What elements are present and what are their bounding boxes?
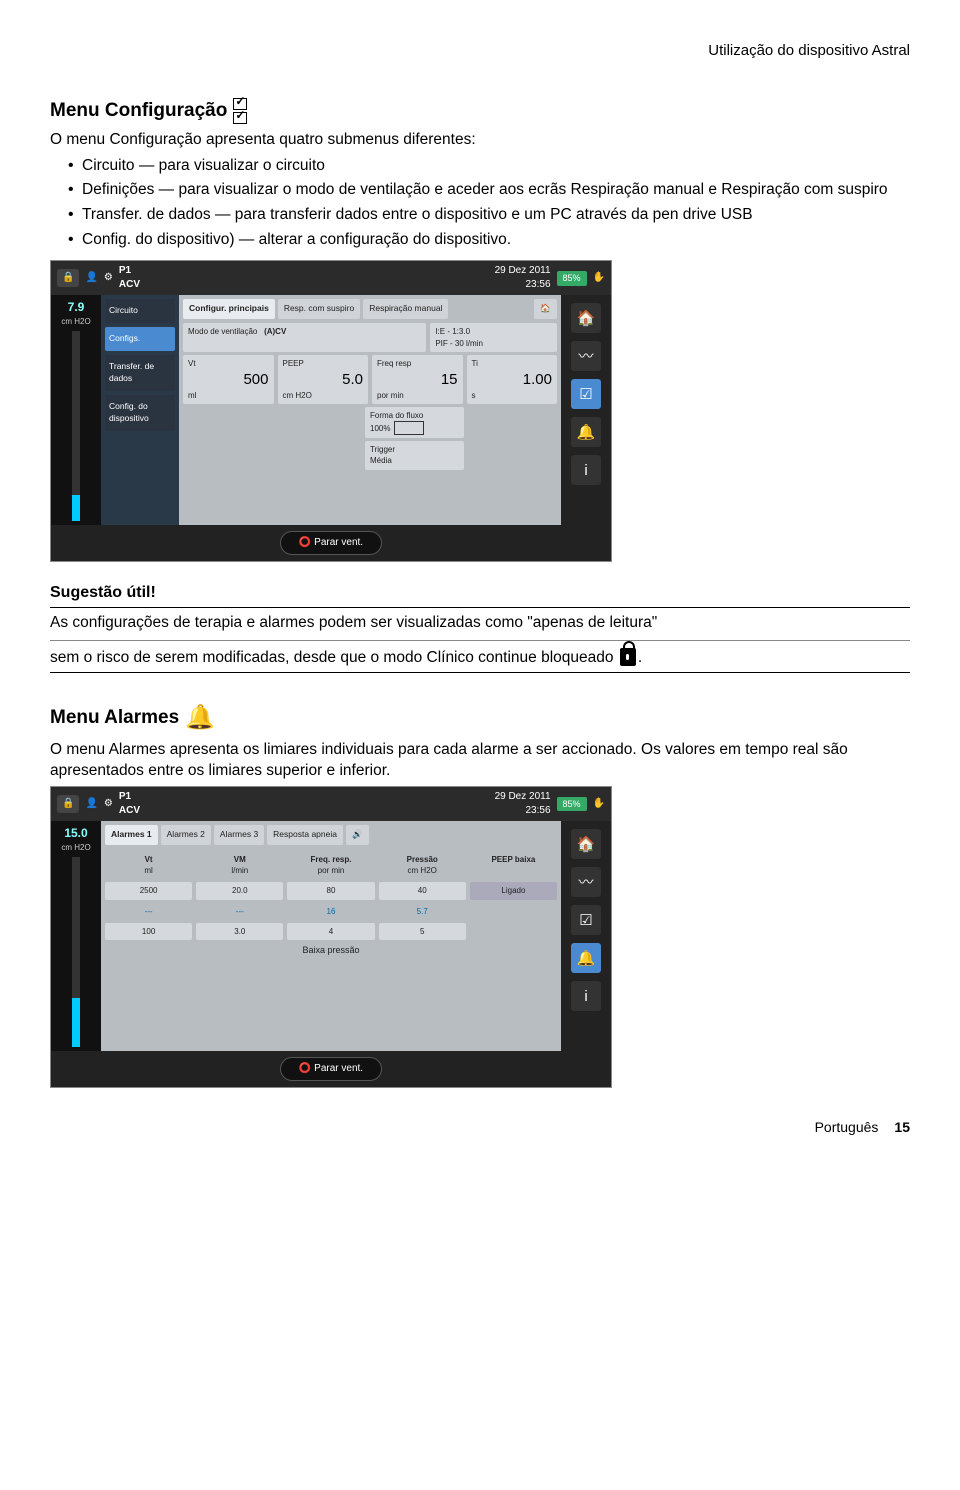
battery-icon: 85% — [557, 271, 587, 286]
hand-icon: ✋ — [593, 271, 605, 285]
nav-bell-icon[interactable]: 🔔 — [571, 417, 601, 447]
param-peep[interactable]: PEEP5.0cm H2O — [278, 355, 369, 404]
nav-home-icon[interactable]: 🏠 — [571, 303, 601, 333]
mode-row: Modo de ventilação (A)CV — [183, 323, 426, 351]
bullet-definicoes: Definições — para visualizar o modo de v… — [68, 179, 910, 201]
bell-icon: 🔔 — [185, 701, 215, 735]
alarm-vm-low[interactable]: 3.0 — [196, 923, 283, 940]
pressure-gauge: 7.9 cm H2O — [51, 295, 101, 525]
person-icon: 👤 — [85, 271, 97, 285]
low-pressure-label: Baixa pressão — [105, 944, 557, 957]
tab-alarmes3[interactable]: Alarmes 3 — [214, 825, 264, 845]
section-alarmes-title: Menu Alarmes 🔔 — [50, 701, 910, 735]
nav-home-icon[interactable]: 🏠 — [571, 829, 601, 859]
subtab-manual[interactable]: Respiração manual — [363, 299, 448, 319]
nav-info-icon[interactable]: i — [571, 455, 601, 485]
page-header: Utilização do dispositivo Astral — [50, 40, 910, 61]
pressure-gauge: 15.0 cm H2O — [51, 821, 101, 1051]
alarm-vm-high[interactable]: 20.0 — [196, 882, 283, 899]
home-shortcut[interactable]: 🏠 — [534, 299, 557, 319]
alarm-freq-high[interactable]: 80 — [287, 882, 374, 899]
nav-lungs-icon[interactable]: 〰 — [571, 867, 601, 897]
alarm-press-low[interactable]: 5 — [379, 923, 466, 940]
alarm-vt-high[interactable]: 2500 — [105, 882, 192, 899]
nav-bell-icon[interactable]: 🔔 — [571, 943, 601, 973]
alarm-peep-toggle[interactable]: Ligado — [470, 882, 557, 899]
config-bullet-list: Circuito — para visualizar o circuito De… — [50, 155, 910, 251]
battery-icon: 85% — [557, 797, 587, 812]
bullet-transfer: Transfer. de dados — para transferir dad… — [68, 204, 910, 226]
alarm-vt-low[interactable]: 100 — [105, 923, 192, 940]
sidebar-transfer[interactable]: Transfer. de dados — [105, 355, 175, 391]
alarm-freq-low[interactable]: 4 — [287, 923, 374, 940]
screenshot-alarmes: 🔒 👤⚙ P1ACV 29 Dez 201123:56 85% ✋ 15.0 c… — [50, 786, 612, 1088]
bullet-circuito: Circuito — para visualizar o circuito — [68, 155, 910, 177]
param-fluxo[interactable]: Forma do fluxo100% — [365, 407, 464, 438]
lock-icon — [620, 648, 636, 666]
config-sidebar: Circuito Configs. Transfer. de dados Con… — [101, 295, 179, 525]
screenshot-config: 🔒 👤 ⚙ P1ACV 29 Dez 201123:56 85% ✋ 7.9 c… — [50, 260, 612, 562]
tip-title: Sugestão útil! — [50, 582, 910, 604]
tip-box: As configurações de terapia e alarmes po… — [50, 607, 910, 673]
tab-alarmes1[interactable]: Alarmes 1 — [105, 825, 158, 845]
param-ti[interactable]: Ti1.00s — [467, 355, 558, 404]
lock-icon: 🔒 — [57, 795, 79, 813]
sidebar-config-disp[interactable]: Config. do dispositivo — [105, 395, 175, 431]
subtab-principais[interactable]: Configur. principais — [183, 299, 275, 319]
param-trigger[interactable]: TriggerMédia — [365, 441, 464, 469]
section-alarmes-body: O menu Alarmes apresenta os limiares ind… — [50, 739, 910, 782]
tab-apneia[interactable]: Resposta apneia — [267, 825, 343, 845]
section-config-intro: O menu Configuração apresenta quatro sub… — [50, 129, 910, 151]
sidebar-circuito[interactable]: Circuito — [105, 299, 175, 323]
nav-check-icon[interactable]: ☑ — [571, 379, 601, 409]
nav-check-icon[interactable]: ☑ — [571, 905, 601, 935]
param-vt[interactable]: Vt500ml — [183, 355, 274, 404]
tab-alarmes2[interactable]: Alarmes 2 — [161, 825, 211, 845]
page-footer: Português 15 — [50, 1118, 910, 1138]
subtab-suspiro[interactable]: Resp. com suspiro — [278, 299, 360, 319]
param-freq[interactable]: Freq resp15por min — [372, 355, 463, 404]
nav-lungs-icon[interactable]: 〰 — [571, 341, 601, 371]
nav-info-icon[interactable]: i — [571, 981, 601, 1011]
stop-vent-button[interactable]: ⭕ Parar vent. — [280, 531, 382, 555]
lock-icon: 🔒 — [57, 269, 79, 287]
alarm-press-high[interactable]: 40 — [379, 882, 466, 899]
stop-vent-button[interactable]: ⭕ Parar vent. — [280, 1057, 382, 1081]
section-config-title: Menu Configuração — [50, 97, 910, 125]
checklist-icon — [233, 97, 247, 125]
tab-volume[interactable]: 🔊 — [346, 825, 369, 845]
sidebar-configs[interactable]: Configs. — [105, 327, 175, 351]
bullet-config-dispositivo: Config. do dispositivo) — alterar a conf… — [68, 229, 910, 251]
